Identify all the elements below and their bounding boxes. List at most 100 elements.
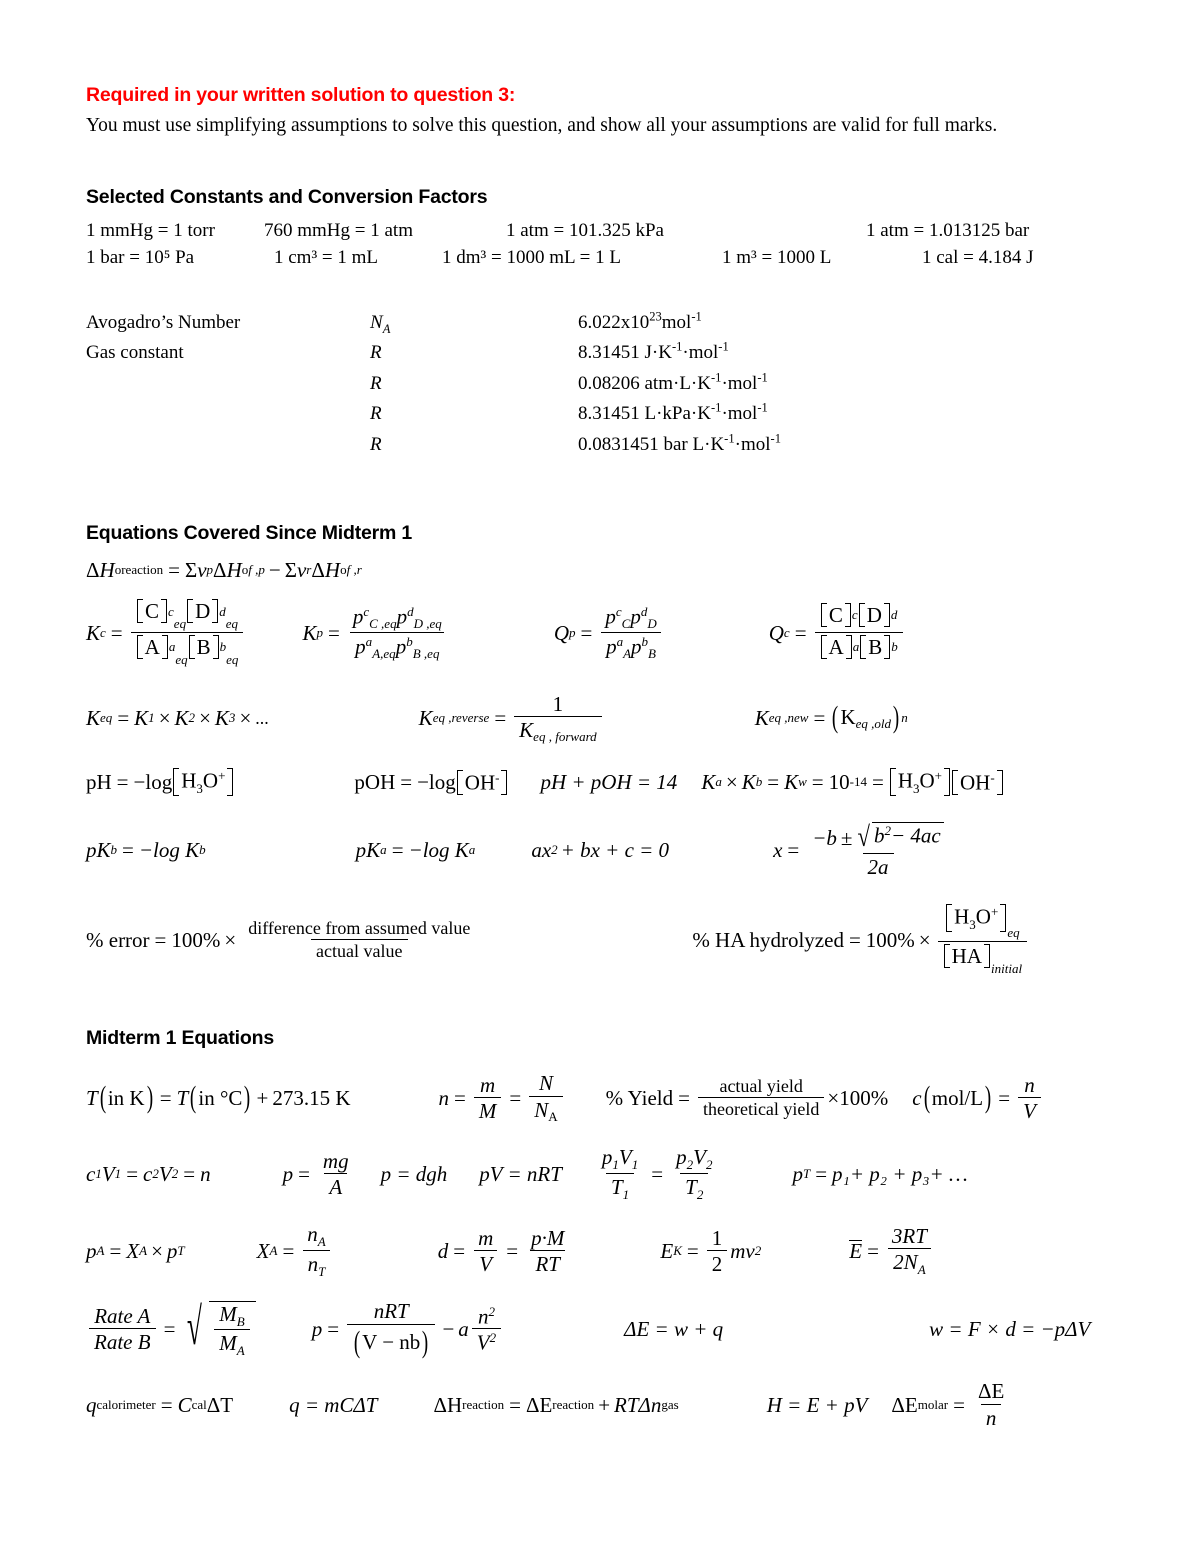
pressure-symbol: p: [605, 604, 616, 629]
table-row: R 0.08206 atm·L·K-1·mol-1: [86, 369, 781, 400]
equation-ph: pH = −log H3O+: [86, 768, 234, 796]
k-symbol: K: [214, 706, 229, 731]
kelvin-label: in K: [107, 1086, 145, 1111]
keq-symbol: K: [840, 704, 856, 729]
avogadro-symbol: N: [534, 1097, 549, 1122]
denominator-2a: 2a: [862, 853, 894, 878]
quadratic-term: ax: [531, 838, 552, 863]
species-d: D: [866, 602, 882, 627]
celsius-label: in °C: [198, 1086, 243, 1111]
species-d-eq-subscript: D ,eq: [413, 616, 442, 632]
square-exponent: 2: [488, 1303, 495, 1319]
negative-b: −b: [812, 826, 837, 851]
b-subscript: b: [199, 842, 206, 858]
w-subscript: w: [798, 774, 807, 790]
oxygen-symbol: O: [919, 768, 935, 793]
offset-value: 273.15 K: [272, 1086, 351, 1111]
conversion-item: 1 bar = 10⁵ Pa: [86, 247, 195, 269]
index-1: 1: [622, 1186, 630, 1202]
pressure-symbol: p: [355, 634, 366, 659]
symbol-text: R: [370, 403, 382, 425]
equation-quadratic-formula: x = −b ± √ b2− 4ac 2a: [773, 822, 952, 878]
volume-symbol: V: [474, 1249, 498, 1275]
quadratic-rest: + bx + c = 0: [560, 838, 670, 863]
constant-value: 8.31451 J·K-1·mol-1: [578, 338, 781, 369]
required-notice-block: Required in your written solution to que…: [86, 84, 1120, 142]
eq-subscript: eq: [226, 651, 239, 667]
delta-e-symbol: ΔE: [891, 1392, 918, 1417]
rt-delta-n: RTΔn: [614, 1392, 662, 1417]
ha-symbol: HA: [951, 943, 982, 968]
value-unit: mol: [661, 311, 692, 333]
equation-partial-pressure: pA = XA × pT: [86, 1238, 185, 1263]
mole-fraction-symbol: X: [256, 1238, 270, 1263]
pressure-symbol: p: [606, 634, 617, 659]
pressure-symbol: p: [396, 604, 408, 629]
pressure-symbol: p: [311, 1317, 323, 1342]
midterm1-row-3: pA = XA × pT XA = nA nT d = m V = p·M RT…: [86, 1223, 1120, 1278]
equation-average-energy: E = 3RT 2NA: [849, 1225, 935, 1277]
mass-symbol: m: [480, 1073, 496, 1098]
species-a-eq-subscript: A,eq: [372, 646, 396, 662]
table-row: R 0.0831451 bar L·K-1·mol-1: [86, 430, 781, 461]
volume-correction: V − nb: [362, 1330, 421, 1355]
pressure-symbol: p: [676, 1145, 687, 1170]
equation-keq-multiplied: Keq = K1 × K2 × K3 × ...: [86, 706, 269, 731]
equation-temperature-conversion: T(in K) = T(in °C) + 273.15 K: [86, 1080, 351, 1115]
keq-symbol: K: [754, 706, 769, 731]
constant-symbol: R: [370, 430, 578, 461]
a-subscript: A: [236, 1343, 245, 1359]
equation-van-der-waals: p = nRT (V − nb) − a n2 V2: [312, 1300, 504, 1358]
equation-mole-fraction: XA = nA nT: [257, 1223, 334, 1278]
constant-name: [86, 369, 370, 400]
symbol-text: R: [370, 372, 382, 394]
eq-subscript: eq: [1007, 925, 1020, 941]
two-avogadro: 2N: [893, 1250, 918, 1275]
k-symbol: K: [134, 706, 149, 731]
plus-sign: +: [256, 1086, 269, 1111]
equation-keq-reverse: Keq ,reverse = 1 Keq , forward: [419, 692, 605, 745]
volume-symbol: V: [693, 1145, 706, 1170]
value-unit-exponent: -1: [691, 309, 702, 324]
species-d-subscript: D: [647, 616, 657, 632]
equals-sign: =: [168, 558, 180, 583]
reaction-subscript: reaction: [552, 1396, 595, 1412]
species-c: C: [145, 599, 160, 624]
oxygen-symbol: O: [975, 904, 991, 929]
pressure-symbol: p: [86, 1238, 97, 1263]
moles-symbol: n: [477, 1304, 489, 1329]
ka-symbol: K: [701, 770, 716, 795]
species-c-subscript: C: [621, 616, 631, 632]
index-1: 1: [631, 1157, 639, 1173]
equation-pkb: pK b = −log Kb: [86, 838, 206, 863]
equation-dalton-law: pT = p₁+ p₂ + p₃+ …: [792, 1161, 968, 1186]
weight-term: mg: [322, 1148, 349, 1173]
table-row: Gas constant R 8.31451 J·K-1·mol-1: [86, 338, 781, 369]
species-d: D: [195, 599, 211, 624]
midterm1-row-2: c1V1 = c2V2 = n p = mg A p = dgh pV = nR…: [86, 1146, 1120, 1201]
conversion-row-2: 1 bar = 10⁵ Pa 1 cm³ = 1 mL 1 dm³ = 1000 m…: [86, 244, 1120, 272]
equation-percent-error: % error = 100% × difference from assumed…: [86, 918, 478, 961]
equation-combined-gas-law: p1V1 T1 = p2V2 T2: [601, 1145, 713, 1202]
charge-sign: +: [218, 768, 226, 784]
forward-subscript: eq , forward: [533, 729, 597, 745]
constant-name: [86, 430, 370, 461]
number-symbol: N: [538, 1071, 553, 1096]
equation-kp: Kp = pcC ,eqpdD ,eq paA,eqpbB ,eq: [302, 605, 449, 661]
partial-pressure-sum: p₁+ p₂ + p₃+ …: [832, 1161, 968, 1186]
temperature-symbol: T: [86, 1086, 98, 1111]
value-exponent: -1: [710, 370, 722, 385]
conversion-row-1: 1 mmHg = 1 torr 760 mmHg = 1 atm 1 atm = 1…: [86, 217, 1120, 245]
equation-heat-capacity: q = mCΔT: [289, 1392, 378, 1417]
volume-symbol: V: [476, 1331, 490, 1356]
rate-a: Rate A: [94, 1304, 151, 1329]
qp-symbol: Q: [553, 620, 569, 645]
total-subscript: T: [802, 1165, 811, 1181]
molar-mass-symbol: M: [473, 1097, 502, 1122]
density-symbol: d: [437, 1238, 449, 1263]
symbol-text: R: [370, 342, 382, 364]
required-notice-body: You must use simplifying assumptions to …: [86, 115, 998, 136]
total-pressure-symbol: p: [792, 1161, 803, 1186]
species-a: A: [828, 634, 844, 659]
molar-mass-symbol: M: [219, 1301, 237, 1326]
